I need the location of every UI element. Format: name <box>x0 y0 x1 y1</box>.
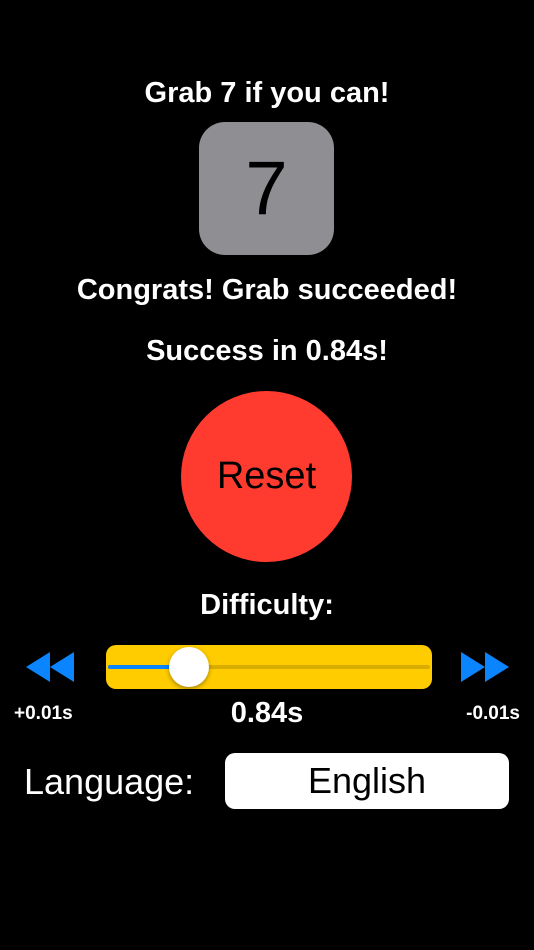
language-select[interactable]: English <box>225 753 509 809</box>
difficulty-value: 0.84s <box>230 697 304 729</box>
language-label: Language: <box>24 761 195 802</box>
time-message: Success in 0.84s! <box>146 335 388 367</box>
reset-button[interactable]: Reset <box>181 391 352 562</box>
right-step-label: -0.01s <box>466 703 520 724</box>
slider-thumb[interactable] <box>168 647 209 687</box>
status-message: Congrats! Grab succeeded! <box>76 274 458 306</box>
target-number-tile[interactable]: 7 <box>199 122 334 255</box>
fast-forward-icon[interactable] <box>459 652 509 682</box>
difficulty-label: Difficulty: <box>200 589 334 621</box>
page-title: Grab 7 if you can! <box>144 77 390 109</box>
rewind-icon[interactable] <box>26 652 76 682</box>
